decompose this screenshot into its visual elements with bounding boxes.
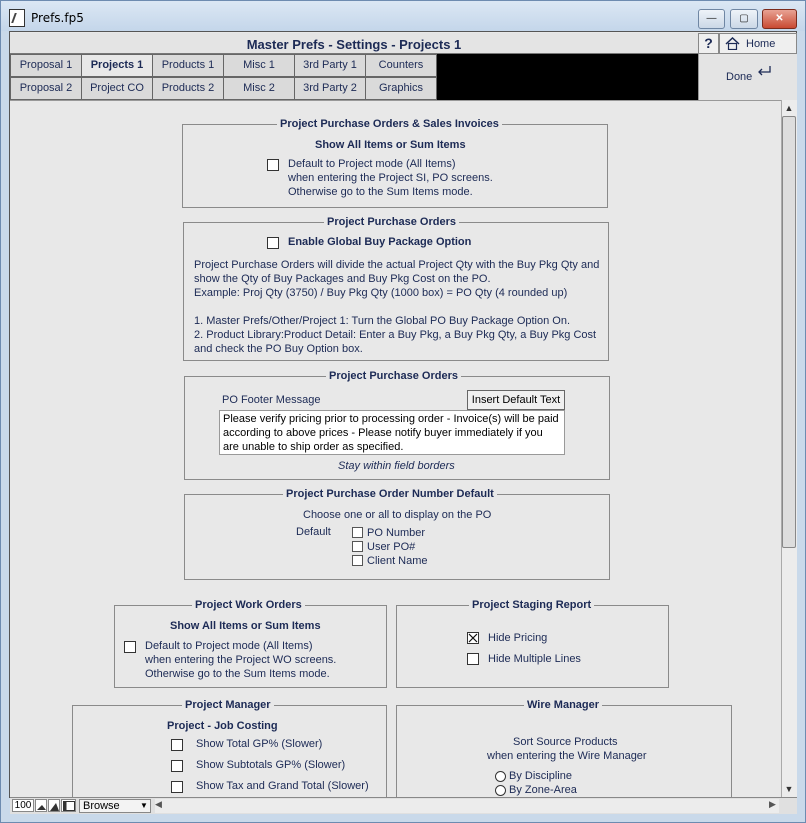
- scroll-down-arrow-icon[interactable]: ▼: [781, 781, 797, 797]
- mode-select-value: Browse: [83, 800, 120, 812]
- tab-misc-2[interactable]: Misc 2: [223, 77, 295, 100]
- help-button[interactable]: ?: [698, 33, 719, 54]
- user-po-option-label: User PO#: [367, 541, 416, 553]
- scroll-right-arrow-icon[interactable]: ▶: [769, 799, 776, 810]
- work-orders-title: Project Work Orders: [192, 599, 305, 611]
- chevron-down-icon: ▼: [140, 801, 148, 810]
- close-button[interactable]: ✕: [762, 9, 797, 29]
- po-buy-step-line: and check the PO Buy Option box.: [194, 343, 363, 355]
- tab-projects-1[interactable]: Projects 1: [81, 54, 153, 77]
- po-si-checkbox-label: Default to Project mode (All Items): [288, 158, 456, 170]
- tab-proposal-2[interactable]: Proposal 2: [10, 77, 82, 100]
- mode-select[interactable]: Browse ▼: [79, 799, 151, 813]
- show-tax-grand-total-label: Show Tax and Grand Total (Slower): [196, 780, 369, 792]
- maximize-button[interactable]: ▢: [730, 9, 758, 29]
- project-manager-title: Project Manager: [182, 699, 274, 711]
- home-label: Home: [746, 38, 776, 50]
- show-subtotals-gp-checkbox[interactable]: [171, 760, 183, 772]
- po-buy-title: Project Purchase Orders: [324, 216, 460, 228]
- vertical-scroll-thumb[interactable]: [782, 116, 796, 548]
- user-po-checkbox[interactable]: [352, 541, 363, 552]
- scroll-left-arrow-icon[interactable]: ◀: [155, 799, 162, 810]
- show-subtotals-gp-label: Show Subtotals GP% (Slower): [196, 759, 346, 771]
- zoom-in-icon[interactable]: [48, 799, 60, 812]
- po-number-default-label: Default: [296, 526, 331, 538]
- home-icon: [725, 37, 740, 50]
- wo-checkbox-desc-2: Otherwise go to the Sum Items mode.: [145, 668, 330, 680]
- scroll-up-arrow-icon[interactable]: ▲: [781, 100, 797, 116]
- wire-manager-title: Wire Manager: [524, 699, 603, 711]
- po-buy-step-line: 1. Master Prefs/Other/Project 1: Turn th…: [194, 315, 571, 327]
- po-number-checkbox[interactable]: [352, 527, 363, 538]
- by-zone-area-radio[interactable]: [495, 785, 506, 796]
- done-label: Done: [726, 71, 753, 83]
- hide-multiple-lines-checkbox[interactable]: [467, 653, 479, 665]
- show-total-gp-checkbox[interactable]: [171, 739, 183, 751]
- tab-proposal-1[interactable]: Proposal 1: [10, 54, 82, 77]
- po-si-checkbox-desc-2: Otherwise go to the Sum Items mode.: [288, 186, 473, 198]
- header-bar: Master Prefs - Settings - Projects 1: [10, 33, 698, 54]
- project-manager-subtitle: Project - Job Costing: [167, 720, 278, 732]
- po-number-subtitle: Choose one or all to display on the PO: [303, 509, 492, 521]
- wire-manager-line-2: when entering the Wire Manager: [487, 750, 647, 762]
- global-buy-package-checkbox[interactable]: [267, 237, 279, 249]
- zoom-level[interactable]: 100: [12, 799, 34, 812]
- po-si-title: Project Purchase Orders & Sales Invoices: [277, 118, 502, 130]
- return-arrow-icon: [758, 66, 771, 76]
- home-button[interactable]: Home: [719, 33, 797, 54]
- minimize-button[interactable]: —: [698, 9, 725, 29]
- po-buy-step-line: 2. Product Library:Product Detail: Enter…: [194, 329, 597, 341]
- global-buy-package-label: Enable Global Buy Package Option: [288, 236, 472, 248]
- tab-products-1[interactable]: Products 1: [152, 54, 224, 77]
- wo-project-mode-checkbox[interactable]: [124, 641, 136, 653]
- staging-report-title: Project Staging Report: [469, 599, 595, 611]
- po-si-subtitle: Show All Items or Sum Items: [315, 139, 466, 151]
- status-area-toggle-icon[interactable]: [61, 799, 76, 812]
- header-divider: [10, 100, 781, 101]
- hide-pricing-checkbox[interactable]: [467, 632, 479, 644]
- tab-3rd-party-1[interactable]: 3rd Party 1: [294, 54, 366, 77]
- horizontal-scrollbar[interactable]: [155, 799, 779, 813]
- hide-multiple-lines-label: Hide Multiple Lines: [488, 653, 581, 665]
- tab-project-co[interactable]: Project CO: [81, 77, 153, 100]
- by-discipline-label: By Discipline: [509, 770, 572, 782]
- po-number-title: Project Purchase Order Number Default: [283, 488, 497, 500]
- work-orders-subtitle: Show All Items or Sum Items: [170, 620, 321, 632]
- po-footer-label: PO Footer Message: [222, 394, 321, 406]
- wire-manager-line-1: Sort Source Products: [513, 736, 618, 748]
- done-button[interactable]: Done: [698, 54, 797, 100]
- show-total-gp-label: Show Total GP% (Slower): [196, 738, 323, 750]
- po-buy-example-line: Example: Proj Qty (3750) / Buy Pkg Qty (…: [194, 287, 568, 299]
- tab-3rd-party-2[interactable]: 3rd Party 2: [294, 77, 366, 100]
- client-name-option-label: Client Name: [367, 555, 428, 567]
- by-zone-area-label: By Zone-Area: [509, 784, 577, 796]
- po-footer-message-field[interactable]: Please verify pricing prior to processin…: [219, 410, 565, 455]
- po-number-option-label: PO Number: [367, 527, 426, 539]
- insert-default-text-button[interactable]: Insert Default Text: [467, 390, 565, 410]
- tab-misc-1[interactable]: Misc 1: [223, 54, 295, 77]
- page-title: Master Prefs - Settings - Projects 1: [246, 37, 462, 52]
- zoom-out-icon[interactable]: [35, 799, 47, 812]
- po-buy-desc-line: show the Qty of Buy Packages and Buy Pkg…: [194, 273, 491, 285]
- tab-graphics[interactable]: Graphics: [365, 77, 437, 100]
- hide-pricing-label: Hide Pricing: [488, 632, 548, 644]
- staging-report-group: [396, 605, 669, 688]
- po-buy-desc-line: Project Purchase Orders will divide the …: [194, 259, 600, 271]
- client-name-checkbox[interactable]: [352, 555, 363, 566]
- po-si-project-mode-checkbox[interactable]: [267, 159, 279, 171]
- po-si-checkbox-desc-1: when entering the Project SI, PO screens…: [288, 172, 493, 184]
- tab-products-2[interactable]: Products 2: [152, 77, 224, 100]
- show-tax-grand-total-checkbox[interactable]: [171, 781, 183, 793]
- wo-checkbox-label: Default to Project mode (All Items): [145, 640, 313, 652]
- checkmark-x-icon: [468, 633, 478, 643]
- wo-checkbox-desc-1: when entering the Project WO screens.: [145, 654, 337, 666]
- window-title: Prefs.fp5: [31, 11, 84, 25]
- po-footer-title: Project Purchase Orders: [326, 370, 462, 382]
- tab-counters[interactable]: Counters: [365, 54, 437, 77]
- po-footer-hint: Stay within field borders: [338, 460, 455, 472]
- window-titlebar[interactable]: [1, 1, 805, 31]
- tab-strip-filler: [437, 54, 698, 100]
- app-icon: [9, 9, 25, 27]
- by-discipline-radio[interactable]: [495, 771, 506, 782]
